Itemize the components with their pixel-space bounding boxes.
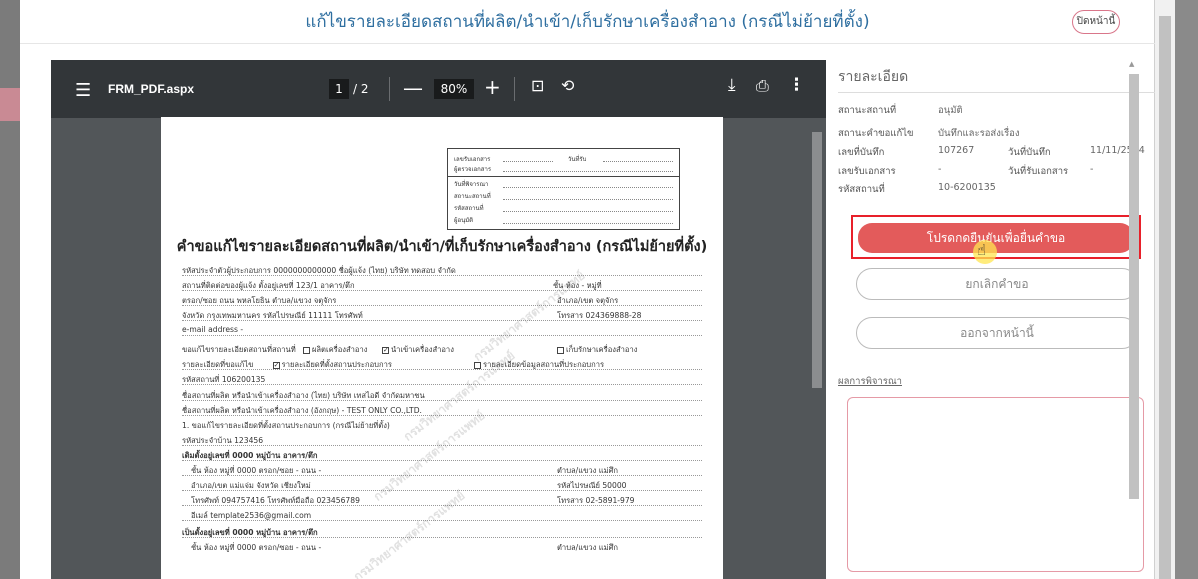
- document-title: คำขอแก้ไขรายละเอียดสถานที่ผลิต/นำเข้า/ที…: [176, 239, 708, 255]
- modal-scrollbar[interactable]: [1155, 0, 1175, 579]
- doc-line: รายละเอียดที่ขอแก้ไข: [182, 360, 254, 369]
- doc-line: เก็บรักษาเครื่องสำอาง: [566, 345, 638, 354]
- status-label: สถานะสถานที่: [838, 105, 897, 116]
- place-code-label: รหัสสถานที่: [838, 184, 885, 195]
- cancel-request-button[interactable]: ยกเลิกคำขอ: [856, 268, 1138, 300]
- review-date-label: วันที่พิจารณา: [454, 181, 489, 188]
- print-icon[interactable]: ⎙: [756, 76, 769, 96]
- place-type-row: ขอแก้ไขรายละเอียดสถานที่สถานที่ ผลิตเครื…: [182, 344, 454, 356]
- menu-icon[interactable]: ☰: [75, 80, 91, 101]
- doc-line: นำเข้าเครื่องสำอาง: [390, 345, 454, 354]
- receipt-date-label: วันที่รับ: [568, 156, 587, 163]
- modal-header: แก้ไขรายละเอียดสถานที่ผลิต/นำเข้า/เก็บรั…: [20, 0, 1155, 44]
- download-icon[interactable]: ⤓: [728, 75, 736, 95]
- approver-label: ผู้อนุมัติ: [454, 217, 474, 224]
- doc-line: e-mail address -: [182, 325, 244, 334]
- place-code-label: รหัสสถานที่: [454, 205, 484, 212]
- request-status-value: บันทึกและรอส่งเรื่อง: [938, 128, 1020, 139]
- checkbox-storage: [557, 346, 564, 354]
- receipt-no-label: เลขรับเอกสาร: [454, 156, 491, 163]
- exit-page-button[interactable]: ออกจากหน้านี้: [856, 317, 1138, 349]
- background-right: [1175, 0, 1198, 579]
- doc-no-label: เลขรับเอกสาร: [838, 166, 896, 177]
- doc-line: ขอแก้ไขรายละเอียดสถานที่สถานที่: [182, 345, 296, 354]
- record-no-label: เลขที่บันทึก: [838, 147, 885, 158]
- modal-title: แก้ไขรายละเอียดสถานที่ผลิต/นำเข้า/เก็บรั…: [305, 12, 870, 32]
- doc-line: ผลิตเครื่องสำอาง: [311, 345, 368, 354]
- request-status-label: สถานะคำขอแก้ไข: [838, 128, 914, 139]
- review-result-label: ผลการพิจารณา: [838, 376, 902, 387]
- receiver-label: ผู้ตรวจเอกสาร: [454, 166, 492, 173]
- zoom-out-icon[interactable]: —: [403, 76, 423, 100]
- doc-no-value: -: [938, 164, 942, 175]
- fit-page-icon[interactable]: ⊡: [531, 76, 544, 95]
- status-value: อนุมัติ: [938, 105, 963, 116]
- pdf-page: เลขรับเอกสาร วันที่รับ ผู้ตรวจเอกสาร วัน…: [161, 117, 723, 579]
- doc-line: รายละเอียดที่ตั้งสถานประกอบการ: [281, 360, 392, 369]
- checkbox-import: ✓: [381, 345, 389, 354]
- record-date-label: วันที่บันทึก: [1008, 147, 1051, 158]
- scroll-up-icon[interactable]: ▲: [1129, 60, 1134, 68]
- pdf-toolbar: ☰ FRM_PDF.aspx 1 / 2 — 80% + ⊡ ⟲ ⤓ ⎙ ⋮: [51, 60, 826, 118]
- toolbar-divider: [389, 77, 390, 101]
- doc-line: ชั้น ห้อง หมู่ที่ 0000 ตรอก/ซอย - ถนน -: [191, 543, 322, 552]
- page-total: / 2: [353, 82, 369, 96]
- rotate-icon[interactable]: ⟲: [561, 76, 574, 95]
- watermark: กรมวิทยาศาสตร์การแพทย์: [350, 488, 468, 579]
- place-status-label: สถานะสถานที่: [454, 193, 491, 200]
- edit-modal: แก้ไขรายละเอียดสถานที่ผลิต/นำเข้า/เก็บรั…: [20, 0, 1175, 579]
- confirm-highlight: โปรดกดยืนยันเพื่อยื่นคำขอ ☝: [851, 215, 1141, 264]
- doc-date-label: วันที่รับเอกสาร: [1008, 166, 1069, 177]
- pdf-scrollbar[interactable]: [808, 118, 826, 579]
- zoom-input[interactable]: 80%: [434, 79, 474, 99]
- zoom-in-icon[interactable]: +: [484, 75, 501, 99]
- hand-cursor-icon: ☝: [977, 241, 987, 259]
- doc-line: ตำบล/แขวง แม่ศึก: [557, 543, 619, 552]
- doc-date-value: -: [1090, 164, 1094, 175]
- record-no-value: 107267: [938, 145, 975, 156]
- details-panel: รายละเอียด สถานะสถานที่ อนุมัติ สถานะคำข…: [838, 60, 1155, 579]
- details-scrollbar[interactable]: ▲: [1127, 60, 1139, 579]
- more-icon[interactable]: ⋮: [788, 75, 805, 95]
- storage-row: เก็บรักษาเครื่องสำอาง: [557, 344, 637, 356]
- details-title: รายละเอียด: [838, 69, 909, 85]
- place-code-value: 10-6200135: [938, 182, 996, 193]
- close-page-button[interactable]: ปิดหน้านี้: [1072, 10, 1120, 34]
- checkbox-produce: [302, 346, 310, 354]
- review-result-textarea[interactable]: [847, 397, 1144, 572]
- receipt-box: เลขรับเอกสาร วันที่รับ ผู้ตรวจเอกสาร วัน…: [447, 148, 680, 230]
- pdf-file-name: FRM_PDF.aspx: [108, 82, 195, 96]
- checkbox-location-detail: ✓: [272, 360, 280, 369]
- doc-line: 1. ขอแก้ไขรายละเอียดที่ตั้งสถานประกอบการ…: [182, 421, 390, 430]
- divider: [838, 92, 1155, 93]
- page-number-input[interactable]: 1: [329, 79, 349, 99]
- pdf-viewer: ☰ FRM_PDF.aspx 1 / 2 — 80% + ⊡ ⟲ ⤓ ⎙ ⋮ เ…: [51, 60, 826, 579]
- toolbar-divider: [514, 77, 515, 101]
